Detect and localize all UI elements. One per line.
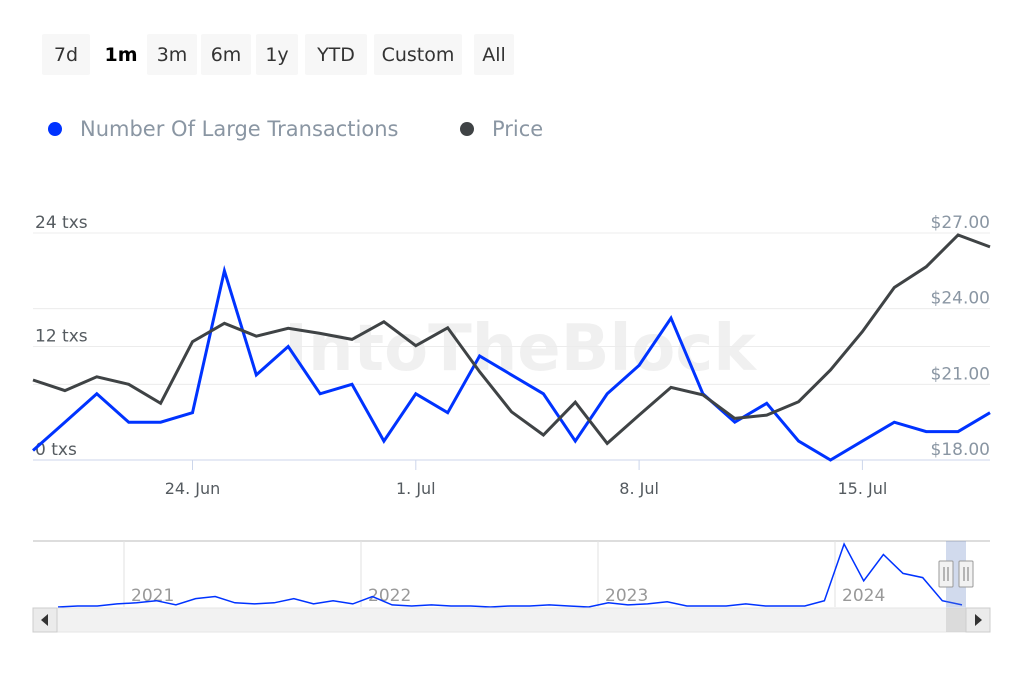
chart-container: 7d 1m 3m 6m 1y YTD Custom All Number Of Large T… xyxy=(0,0,1024,683)
y-right-tick-label: $24.00 xyxy=(931,289,990,309)
navigator-year-label: 2022 xyxy=(368,586,411,606)
y-right-tick-label: $18.00 xyxy=(931,440,990,460)
x-tick-label: 24. Jun xyxy=(165,479,221,498)
navigator-handle[interactable] xyxy=(958,560,974,588)
navigator-handle[interactable] xyxy=(938,560,954,588)
navigator-year-label: 2024 xyxy=(842,586,885,606)
watermark-logo: IntoTheBlock xyxy=(284,312,757,386)
x-tick-label: 8. Jul xyxy=(619,479,659,498)
scrollbar-track[interactable] xyxy=(32,607,991,633)
y-left-tick-label: 24 txs xyxy=(35,213,88,233)
x-tick-label: 1. Jul xyxy=(396,479,436,498)
y-right-tick-label: $27.00 xyxy=(931,213,990,233)
y-left-tick-label: 12 txs xyxy=(35,327,88,347)
scrollbar-thumb[interactable] xyxy=(946,608,966,632)
x-tick-label: 15. Jul xyxy=(837,479,887,498)
navigator-series-line xyxy=(57,542,963,608)
chart-svg: IntoTheBlock0 txs12 txs24 txs$18.00$21.0… xyxy=(32,213,991,633)
y-right-tick-label: $21.00 xyxy=(931,364,990,384)
